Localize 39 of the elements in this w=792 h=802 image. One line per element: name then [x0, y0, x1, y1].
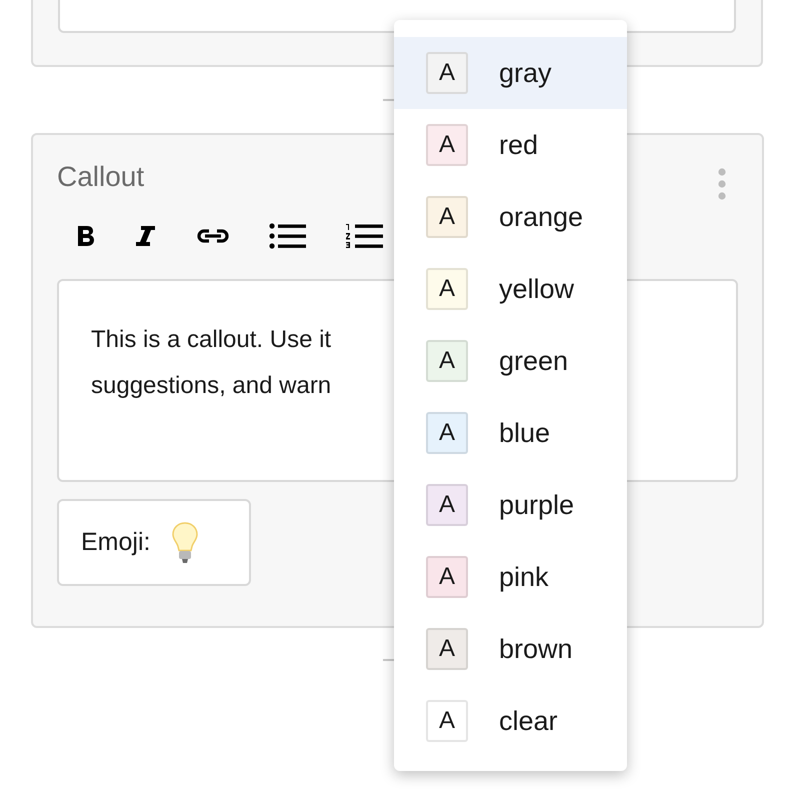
- color-label: brown: [499, 632, 573, 666]
- color-label: orange: [499, 200, 584, 234]
- color-label: pink: [499, 560, 549, 594]
- color-option[interactable]: A clear: [394, 685, 627, 757]
- color-swatch: A: [426, 556, 468, 598]
- color-swatch: A: [426, 52, 468, 94]
- color-option[interactable]: A yellow: [394, 253, 627, 325]
- color-swatch: A: [426, 124, 468, 166]
- color-swatch: A: [426, 196, 468, 238]
- color-label: red: [499, 128, 538, 162]
- callout-text-line: This is a callout. Use it: [91, 325, 332, 355]
- color-swatch: A: [426, 340, 468, 382]
- color-label: green: [499, 344, 568, 378]
- color-option[interactable]: A orange: [394, 181, 627, 253]
- color-option[interactable]: A purple: [394, 469, 627, 541]
- color-option[interactable]: A pink: [394, 541, 627, 613]
- emoji-label: Emoji:: [81, 526, 150, 558]
- italic-icon[interactable]: [135, 224, 157, 248]
- color-label: gray: [499, 56, 552, 90]
- emoji-field[interactable]: Emoji:: [57, 499, 251, 586]
- color-option[interactable]: A green: [394, 325, 627, 397]
- color-swatch: A: [426, 628, 468, 670]
- block-title: Callout: [57, 160, 144, 194]
- bold-icon[interactable]: [75, 224, 97, 248]
- color-label: purple: [499, 488, 574, 522]
- numbered-list-icon[interactable]: [345, 223, 384, 249]
- bullet-list-icon[interactable]: [269, 223, 307, 249]
- color-swatch: A: [426, 484, 468, 526]
- color-swatch: A: [426, 412, 468, 454]
- color-option[interactable]: A gray: [394, 37, 627, 109]
- color-swatch: A: [426, 268, 468, 310]
- color-label: clear: [499, 704, 558, 738]
- color-option[interactable]: A brown: [394, 613, 627, 685]
- lightbulb-icon: [172, 522, 198, 564]
- color-option[interactable]: A red: [394, 109, 627, 181]
- color-option[interactable]: A blue: [394, 397, 627, 469]
- color-swatch: A: [426, 700, 468, 742]
- callout-text-line: suggestions, and warn: [91, 371, 332, 401]
- color-label: blue: [499, 416, 550, 450]
